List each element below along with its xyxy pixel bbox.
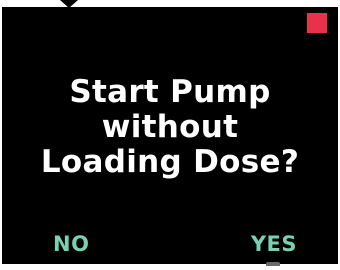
prompt-line-2: without [101, 109, 239, 145]
prompt-line-3: Loading Dose? [40, 144, 300, 180]
no-button[interactable]: NO [53, 232, 89, 256]
pump-device: Start Pump without Loading Dose? NO YES [0, 0, 340, 270]
device-bezel-nub [266, 262, 280, 266]
confirmation-prompt: Start Pump without Loading Dose? [2, 75, 338, 180]
prompt-line-1: Start Pump [69, 74, 271, 110]
pump-screen: Start Pump without Loading Dose? NO YES [2, 7, 338, 264]
yes-button[interactable]: YES [251, 232, 297, 256]
red-square-icon [307, 13, 327, 33]
